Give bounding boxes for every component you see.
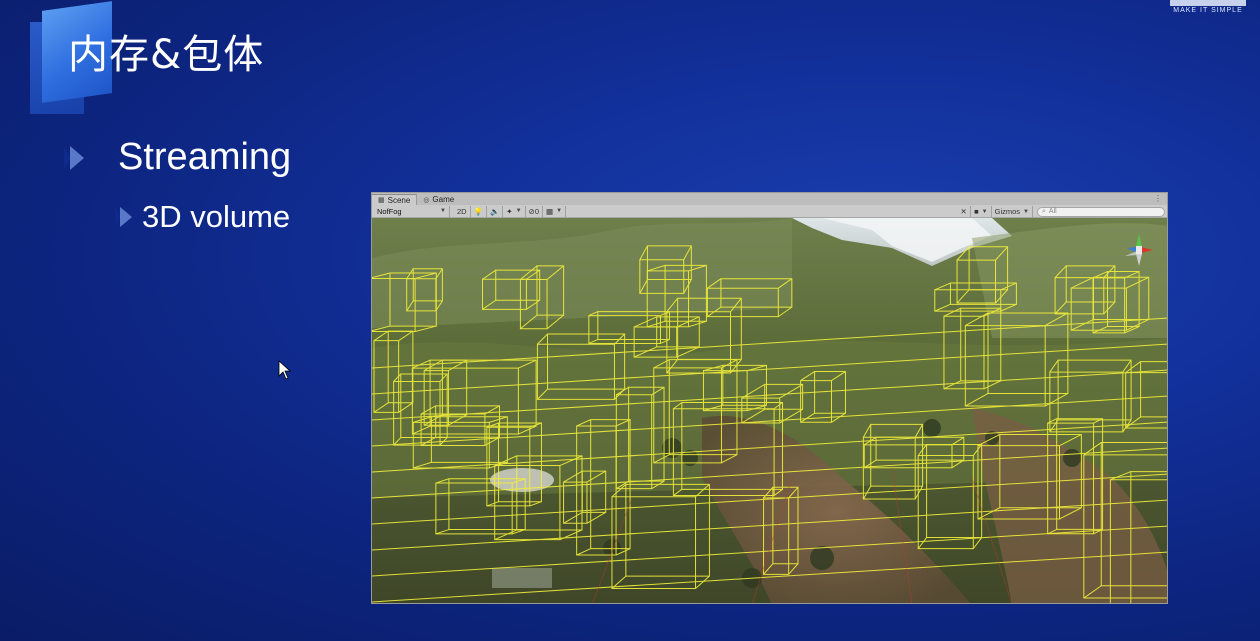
grid-dropdown[interactable]: ▦ ▼ (543, 205, 567, 217)
hierarchy-search-input[interactable]: ⌕ All (1037, 206, 1165, 217)
effects-icon: ✦ (506, 206, 513, 216)
mouse-cursor-icon (278, 360, 292, 380)
window-menu-icon[interactable]: ⋮ (1154, 194, 1162, 203)
lighting-toggle[interactable]: 💡 (471, 205, 487, 217)
scene-toolbar: NofFog ▼ 2D 💡 🔈 ✦ ▼ ⊘ 0 ▦ ▼ ✕ ■ ▼ Gizmos… (372, 205, 1167, 218)
tab-scene[interactable]: ▦ Scene (372, 194, 418, 205)
grid-icon: ▦ (546, 206, 554, 216)
camera-icon: ■ (974, 207, 979, 216)
tab-game[interactable]: ◎ Game (417, 194, 460, 205)
speaker-icon: 🔈 (489, 206, 500, 216)
dropdown-arrow-icon: ▼ (515, 208, 522, 214)
effects-dropdown[interactable]: ✦ ▼ (503, 205, 526, 217)
dropdown-arrow-icon: ▼ (556, 208, 563, 214)
light-bulb-icon: 💡 (473, 206, 483, 216)
scene-render (372, 218, 1167, 603)
tab-game-label: Game (432, 195, 455, 204)
shading-mode-dropdown[interactable]: NofFog ▼ (374, 205, 450, 217)
logo-tagline: MAKE IT SIMPLE (1173, 7, 1243, 14)
toolbar-right-group: ✕ ■ ▼ Gizmos ▼ ⌕ All (957, 206, 1165, 217)
hidden-objects-toggle[interactable]: ⊘ 0 (526, 205, 543, 217)
scene-viewport[interactable] (372, 218, 1167, 603)
gizmos-dropdown[interactable]: Gizmos ▼ (992, 206, 1033, 217)
company-logo: MAKE IT SIMPLE (1170, 0, 1246, 14)
slide-title: 内存&包体 (68, 32, 265, 78)
tools-button[interactable]: ✕ (957, 206, 972, 217)
toggle-2d-label: 2D (457, 206, 467, 216)
logo-mark (1170, 0, 1246, 6)
dropdown-arrow-icon: ▼ (1023, 208, 1029, 215)
shading-mode-label: NofFog (377, 206, 402, 216)
tab-scene-label: Scene (387, 195, 411, 205)
bullet-streaming-text: Streaming (118, 136, 292, 178)
toggle-2d-button[interactable]: 2D (454, 205, 471, 217)
bullet-3d-volume: 3D volume (115, 199, 291, 235)
unity-scene-window[interactable]: ▦ Scene ◎ Game ⋮ NofFog ▼ 2D 💡 🔈 ✦ ▼ ⊘ 0 (371, 192, 1168, 604)
search-placeholder: All (1048, 208, 1057, 215)
game-icon: ◎ (423, 196, 430, 204)
camera-dropdown[interactable]: ■ ▼ (971, 206, 992, 217)
chevron-right-icon (64, 145, 84, 170)
bullet-streaming: Streaming (64, 136, 292, 179)
dropdown-arrow-icon: ▼ (440, 208, 446, 214)
chevron-right-icon (115, 207, 132, 227)
scene-icon: ▦ (378, 197, 385, 204)
dropdown-arrow-icon: ▼ (981, 208, 988, 215)
editor-tab-bar: ▦ Scene ◎ Game ⋮ (372, 193, 1167, 205)
wrench-icon: ✕ (960, 207, 967, 216)
audio-toggle[interactable]: 🔈 (487, 205, 504, 217)
gizmos-label: Gizmos (994, 207, 1021, 216)
orientation-gizmo[interactable] (1117, 226, 1161, 274)
search-icon: ⌕ (1042, 207, 1046, 215)
hidden-count: 0 (534, 206, 539, 216)
bullet-3d-volume-text: 3D volume (142, 199, 291, 234)
